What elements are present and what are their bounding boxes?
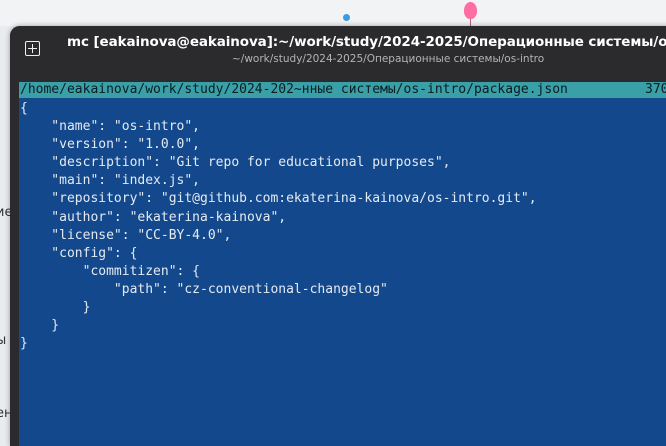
code-line: "main": "index.js", (20, 173, 201, 189)
code-line: "description": "Git repo for educational… (20, 155, 451, 171)
code-line: "path": "cz-conventional-changelog" (20, 281, 388, 297)
window-subtitle: ~/work/study/2024-2025/Операционные сист… (232, 53, 545, 65)
code-line: "license": "CC-BY-4.0", (20, 227, 232, 243)
window-titlebar[interactable]: mc [eakainova@eakainova]:~/work/study/20… (10, 26, 666, 78)
code-line: "version": "1.0.0", (20, 137, 201, 153)
balloon-icon (464, 2, 477, 28)
code-line: "author": "ekaterina-kainova", (20, 209, 287, 225)
code-line: } (20, 300, 91, 316)
viewer-file-info: 370/370 (645, 82, 666, 97)
code-line: { (20, 101, 28, 116)
new-tab-icon[interactable] (25, 41, 40, 56)
terminal-viewport[interactable]: /home/eakainova/work/study/2024-202~нные… (19, 82, 666, 446)
code-line: "repository": "git@github.com:ekaterina-… (20, 191, 537, 207)
window-title: mc [eakainova@eakainova]:~/work/study/20… (67, 34, 666, 50)
desktop-top-panel (0, 0, 666, 28)
desktop-indicator-icon (343, 14, 350, 21)
file-content: { "name": "os-intro", "version": "1.0.0"… (20, 100, 537, 353)
viewer-file-path: /home/eakainova/work/study/2024-202~нные… (20, 82, 568, 97)
viewer-status-bar: /home/eakainova/work/study/2024-202~нные… (19, 82, 666, 98)
terminal-window: mc [eakainova@eakainova]:~/work/study/20… (10, 26, 666, 446)
code-line: } (20, 336, 28, 352)
code-line: "config": { (20, 245, 138, 261)
code-line: } (20, 318, 60, 334)
background-text-fragment: ы (0, 333, 7, 348)
code-line: "name": "os-intro", (20, 119, 201, 135)
code-line: "commitizen": { (20, 263, 201, 279)
